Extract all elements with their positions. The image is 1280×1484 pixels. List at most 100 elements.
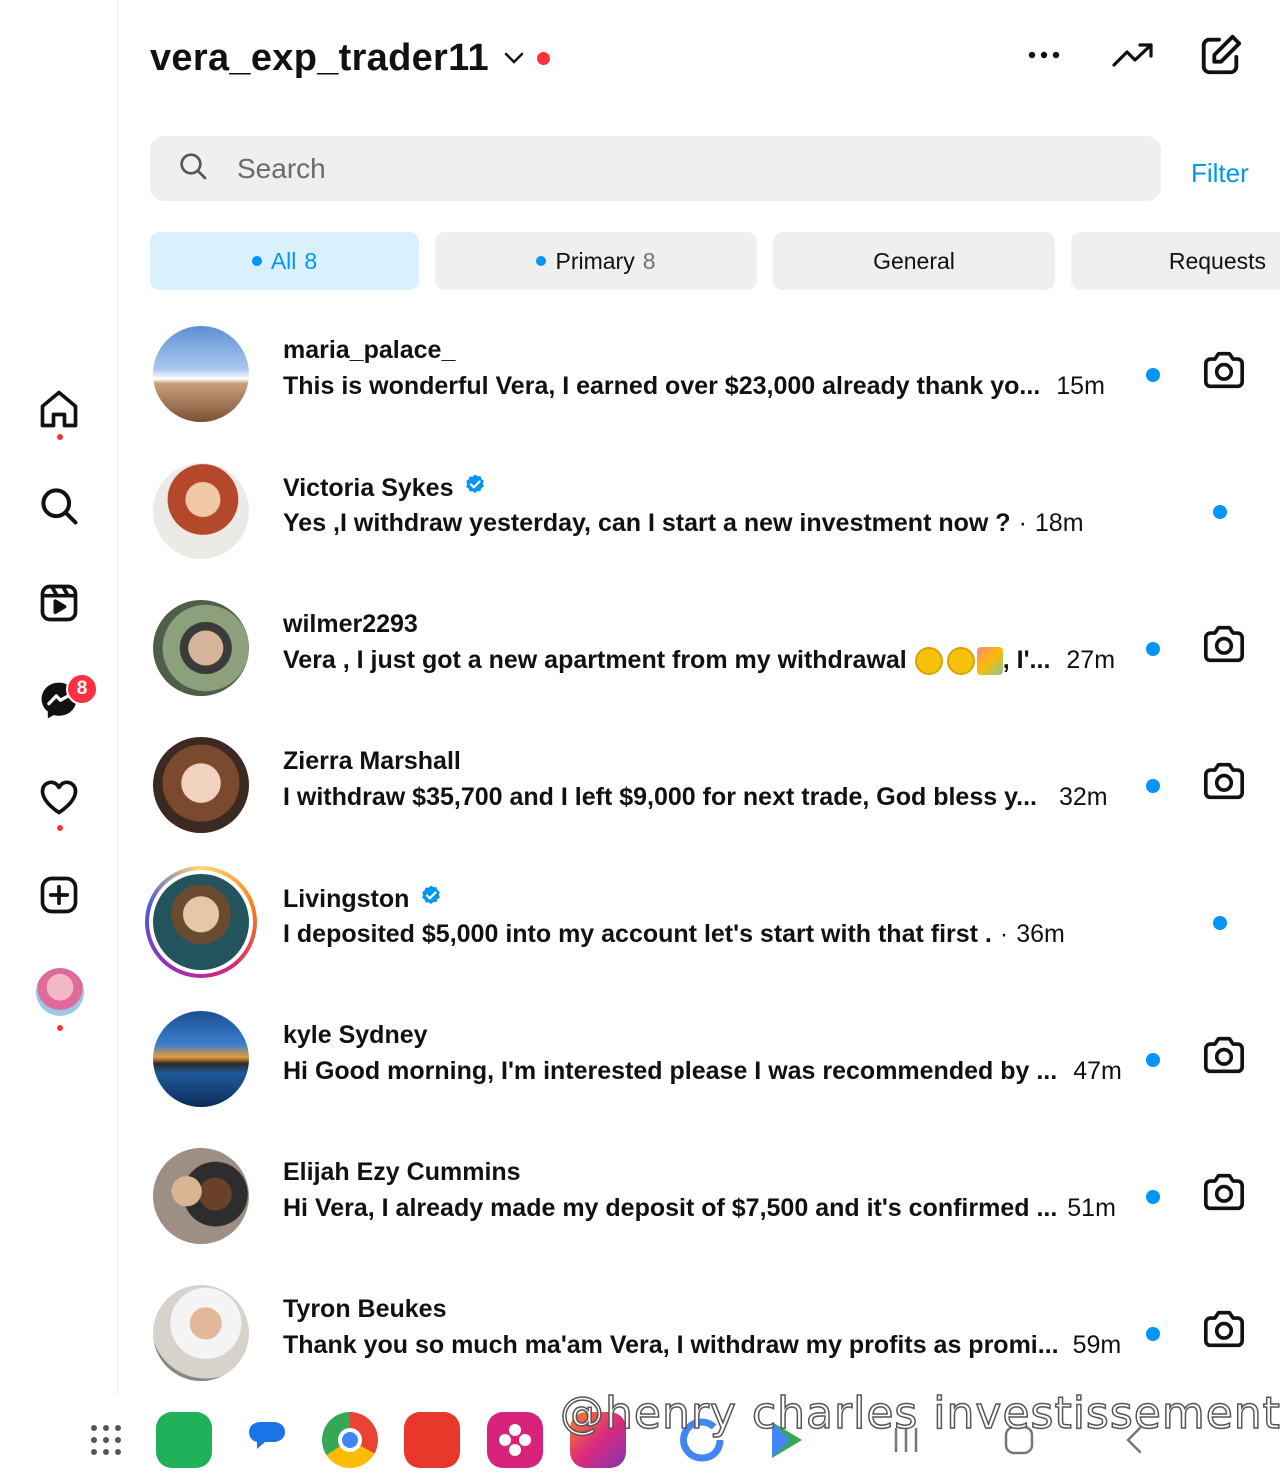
create-icon[interactable] (35, 871, 83, 919)
gallery-app-icon[interactable] (487, 1412, 543, 1468)
reels-icon[interactable] (35, 579, 83, 627)
message-text-tail: , I'... (1002, 646, 1051, 674)
account-username[interactable]: vera_exp_trader11 (150, 37, 489, 80)
home-icon[interactable] (35, 385, 83, 433)
message-text: Yes ,I withdraw yesterday, can I start a… (283, 509, 1011, 537)
search-bar[interactable]: Search (150, 136, 1161, 201)
avatar (153, 463, 249, 559)
unread-dot (1213, 916, 1227, 930)
message-preview: I deposited $5,000 into my account let's… (283, 920, 1065, 949)
confetti-emoji-icon (976, 646, 1003, 675)
verified-badge-icon (463, 473, 487, 504)
navigation-rail: 8 (0, 0, 118, 1395)
message-text: Hi Vera, I already made my deposit of $7… (283, 1194, 1058, 1222)
smiling-emoji-icon (914, 646, 943, 675)
chevron-down-icon[interactable] (503, 51, 525, 70)
message-time: 18m (1034, 509, 1084, 537)
notes-app-icon[interactable] (404, 1412, 460, 1468)
message-time: 51m (1067, 1194, 1116, 1222)
search-input[interactable]: Search (237, 153, 326, 185)
contact-name: Zierra Marshall (283, 747, 461, 775)
tab-primary[interactable]: Primary 8 (435, 232, 757, 290)
message-preview: Yes ,I withdraw yesterday, can I start a… (283, 509, 1084, 538)
tab-requests[interactable]: Requests (1071, 232, 1280, 290)
camera-icon[interactable] (1200, 1305, 1248, 1353)
conversation-row[interactable]: Victoria Sykes Yes ,I withdraw yesterday… (150, 457, 1280, 594)
contact-name: wilmer2293 (283, 610, 418, 638)
message-text: Hi Good morning, I'm interested please I… (283, 1057, 1058, 1085)
message-preview: Vera , I just got a new apartment from m… (283, 646, 1115, 675)
watermark: @henry charles investissement (559, 1387, 1280, 1440)
avatar (153, 1148, 249, 1244)
profile-avatar[interactable] (36, 968, 84, 1016)
chrome-app-icon[interactable] (322, 1412, 378, 1468)
camera-icon[interactable] (1200, 757, 1248, 805)
message-preview: Hi Good morning, I'm interested please I… (283, 1057, 1122, 1086)
unread-dot (1146, 368, 1160, 382)
home-notification-dot (57, 434, 63, 440)
conversation-row[interactable]: maria_palace_ This is wonderful Vera, I … (150, 320, 1280, 457)
more-options-icon[interactable] (1019, 30, 1069, 80)
avatar (153, 1011, 249, 1107)
inbox-header: vera_exp_trader11 (150, 28, 550, 88)
messages-badge: 8 (66, 673, 98, 705)
unread-dot (1213, 505, 1227, 519)
camera-icon[interactable] (1200, 620, 1248, 668)
message-text: This is wonderful Vera, I earned over $2… (283, 372, 1041, 400)
message-time: 36m (1016, 920, 1065, 948)
unread-indicator (536, 256, 547, 266)
profile-notification-dot (57, 1025, 63, 1031)
tab-label: Requests (1168, 247, 1266, 274)
unread-indicator (251, 256, 262, 266)
message-text: I deposited $5,000 into my account let's… (283, 920, 992, 948)
smiling-emoji-icon (946, 646, 975, 675)
search-icon[interactable] (35, 482, 83, 530)
contact-name: Elijah Ezy Cummins (283, 1158, 521, 1186)
messages-app-icon[interactable] (239, 1412, 295, 1468)
conversation-row[interactable]: wilmer2293 Vera , I just got a new apart… (150, 594, 1280, 731)
tab-label: General (873, 247, 955, 274)
conversation-row[interactable]: Elijah Ezy Cummins Hi Vera, I already ma… (150, 1142, 1280, 1279)
tab-general[interactable]: General (773, 232, 1055, 290)
trending-up-icon[interactable] (1108, 30, 1158, 80)
contact-name: Victoria Sykes (283, 473, 487, 504)
message-time: 15m (1056, 372, 1105, 400)
search-icon (177, 150, 209, 187)
unread-dot (1146, 779, 1160, 793)
conversation-row[interactable]: Zierra Marshall I withdraw $35,700 and I… (150, 731, 1280, 868)
message-time: 59m (1072, 1331, 1122, 1359)
tab-label: All (270, 247, 297, 274)
new-message-icon[interactable] (1196, 30, 1246, 80)
account-notification-dot (536, 51, 550, 65)
unread-dot (1146, 1327, 1160, 1341)
heart-icon[interactable] (35, 773, 83, 821)
camera-icon[interactable] (1200, 346, 1248, 394)
avatar (153, 737, 249, 833)
unread-dot (1146, 642, 1160, 656)
phone-app-icon[interactable] (156, 1412, 212, 1468)
message-time: 32m (1058, 783, 1108, 811)
contact-name: kyle Sydney (283, 1021, 428, 1049)
camera-icon[interactable] (1200, 1031, 1248, 1079)
filter-button[interactable]: Filter (1191, 158, 1249, 189)
message-preview: I withdraw $35,700 and I left $9,000 for… (283, 783, 1108, 812)
contact-name: Tyron Beukes (283, 1295, 447, 1323)
tab-count: 8 (642, 247, 656, 274)
message-text: Thank you so much ma'am Vera, I withdraw… (283, 1331, 1059, 1359)
conversation-row[interactable]: kyle Sydney Hi Good morning, I'm interes… (150, 1005, 1280, 1142)
story-ring[interactable] (145, 866, 257, 978)
avatar (153, 600, 249, 696)
separator: · (1018, 509, 1027, 537)
message-text: I withdraw $35,700 and I left $9,000 for… (283, 783, 1037, 811)
camera-icon[interactable] (1200, 1168, 1248, 1216)
tab-all[interactable]: All 8 (150, 232, 419, 290)
conversation-row[interactable]: Livingston I deposited $5,000 into my ac… (145, 866, 1280, 1005)
message-preview: Thank you so much ma'am Vera, I withdraw… (283, 1331, 1121, 1360)
contact-name-text: Livingston (283, 885, 410, 913)
avatar (153, 326, 249, 422)
avatar (153, 874, 249, 970)
avatar (153, 1285, 249, 1381)
app-drawer-icon[interactable] (88, 1422, 124, 1463)
message-time: 47m (1073, 1057, 1122, 1085)
message-preview: This is wonderful Vera, I earned over $2… (283, 372, 1105, 401)
